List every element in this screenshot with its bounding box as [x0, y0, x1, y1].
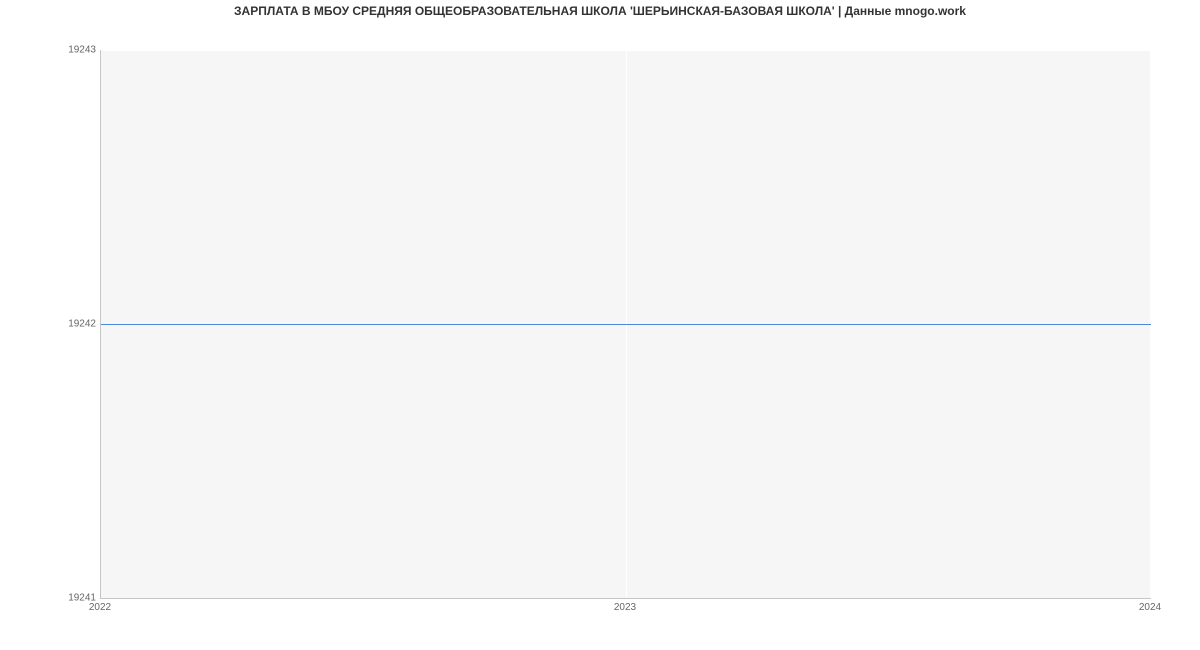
- salary-chart: ЗАРПЛАТА В МБОУ СРЕДНЯЯ ОБЩЕОБРАЗОВАТЕЛЬ…: [0, 0, 1200, 650]
- y-tick-19243: 19243: [68, 45, 96, 56]
- x-tick-2023: 2023: [614, 602, 636, 613]
- data-line-series-0: [101, 324, 1151, 325]
- x-tick-2022: 2022: [89, 602, 111, 613]
- plot-area: [100, 50, 1151, 599]
- x-tick-2024: 2024: [1139, 602, 1161, 613]
- chart-title: ЗАРПЛАТА В МБОУ СРЕДНЯЯ ОБЩЕОБРАЗОВАТЕЛЬ…: [0, 4, 1200, 18]
- y-tick-19242: 19242: [68, 319, 96, 330]
